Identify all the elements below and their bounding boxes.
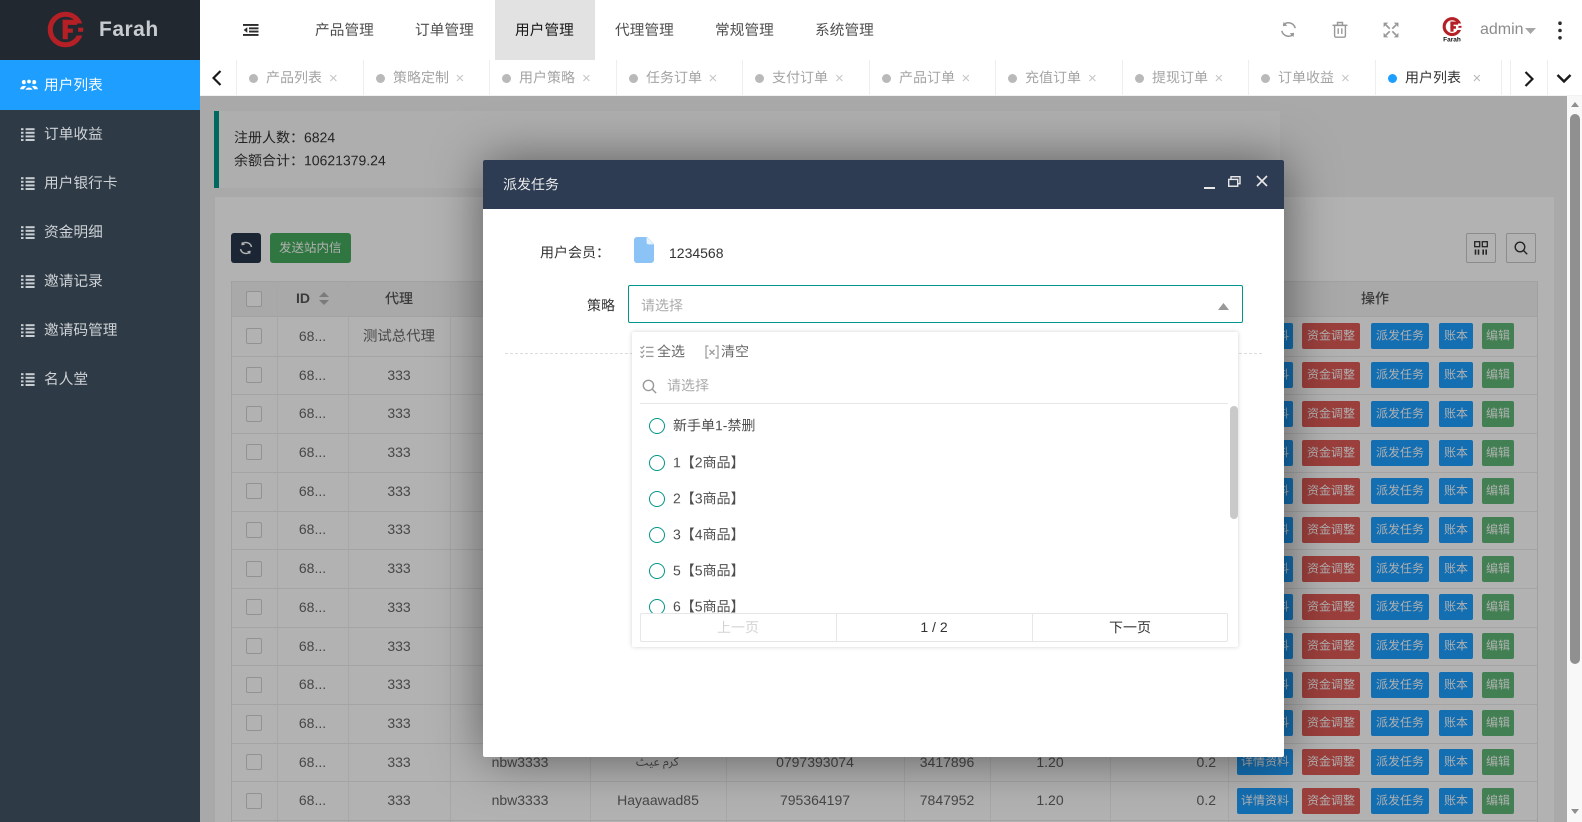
svg-text:Farah: Farah [1443,37,1461,44]
